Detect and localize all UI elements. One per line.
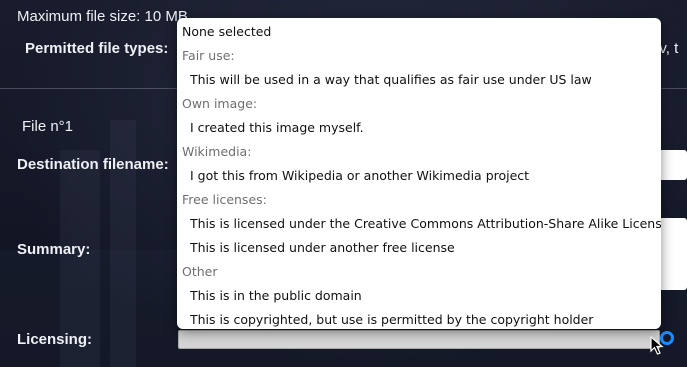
- option-fair-use[interactable]: This will be used in a way that qualifie…: [190, 72, 661, 87]
- licensing-dropdown-list: None selected Fair use: This will be use…: [177, 18, 661, 329]
- option-public-domain[interactable]: This is in the public domain: [190, 288, 661, 303]
- licensing-select[interactable]: [178, 330, 660, 349]
- destination-filename-label: Destination filename:: [17, 156, 169, 173]
- group-label-other: Other: [182, 264, 218, 279]
- option-none-selected[interactable]: None selected: [182, 24, 661, 39]
- max-file-size-text: Maximum file size: 10 MB: [17, 8, 188, 25]
- group-label-wikimedia: Wikimedia:: [182, 144, 252, 159]
- mouse-cursor-icon: [650, 336, 664, 355]
- file-section-title: File n°1: [22, 118, 74, 135]
- licensing-label: Licensing:: [17, 331, 93, 348]
- option-wikimedia[interactable]: I got this from Wikipedia or another Wik…: [190, 168, 661, 183]
- group-label-fair-use: Fair use:: [182, 48, 235, 63]
- permitted-types-label: Permitted file types:: [25, 40, 169, 57]
- group-label-own-image: Own image:: [182, 96, 258, 111]
- upload-form-page: Maximum file size: 10 MB Permitted file …: [0, 0, 687, 367]
- option-own-image[interactable]: I created this image myself.: [190, 120, 661, 135]
- option-cc-by-sa[interactable]: This is licensed under the Creative Comm…: [190, 216, 661, 231]
- group-label-free-licenses: Free licenses:: [182, 192, 267, 207]
- summary-label: Summary:: [17, 241, 91, 258]
- option-copyrighted-permitted[interactable]: This is copyrighted, but use is permitte…: [190, 312, 661, 327]
- option-other-free-license[interactable]: This is licensed under another free lice…: [190, 240, 661, 255]
